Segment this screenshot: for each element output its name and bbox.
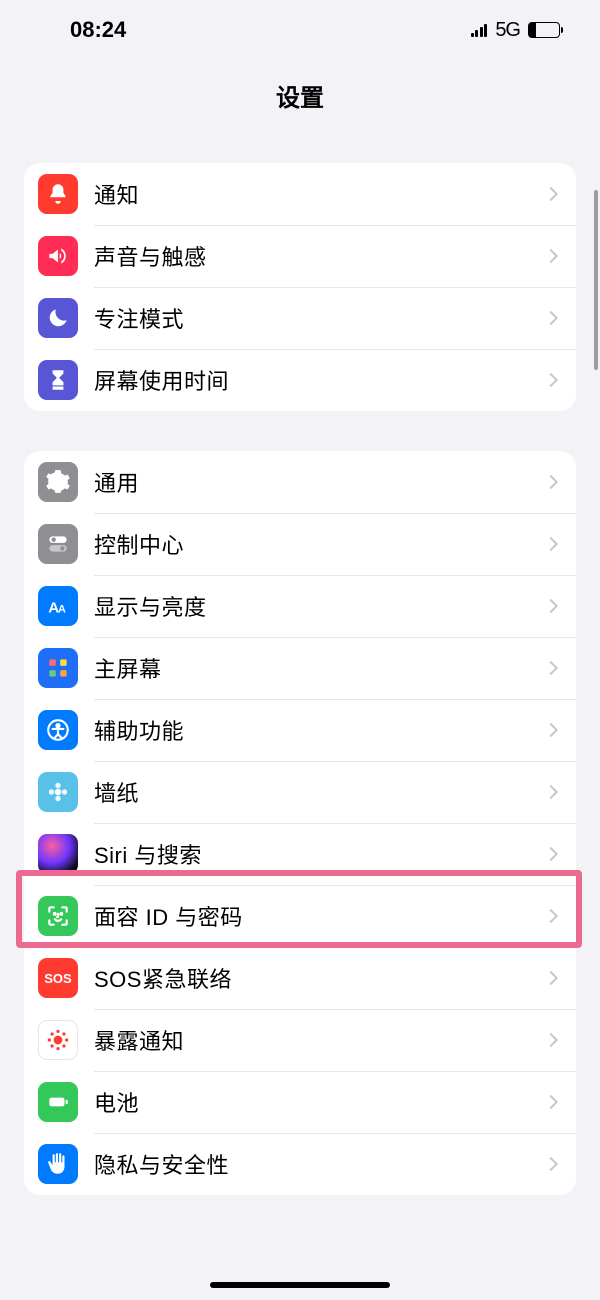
row-label: 通知 — [94, 178, 546, 210]
row-label: 控制中心 — [94, 528, 546, 560]
row-label: 墙纸 — [94, 776, 546, 808]
chevron-right-icon — [544, 1033, 558, 1047]
row-screen-time[interactable]: 屏幕使用时间 — [24, 349, 576, 411]
status-time: 08:24 — [70, 17, 126, 43]
battery-icon — [38, 1082, 78, 1122]
row-label: Siri 与搜索 — [94, 838, 546, 870]
bell-icon — [38, 174, 78, 214]
siri-icon — [38, 834, 78, 874]
gear-icon — [38, 462, 78, 502]
chevron-right-icon — [544, 599, 558, 613]
row-face-id[interactable]: 面容 ID 与密码 — [24, 885, 576, 947]
row-focus[interactable]: 专注模式 — [24, 287, 576, 349]
row-exposure[interactable]: 暴露通知 — [24, 1009, 576, 1071]
settings-list[interactable]: 通知 声音与触感 专注模式 屏幕使用时间 — [0, 163, 600, 1195]
row-label: SOS紧急联络 — [94, 962, 546, 994]
row-siri[interactable]: Siri 与搜索 — [24, 823, 576, 885]
status-right: 5G — [471, 19, 560, 42]
home-indicator[interactable] — [210, 1282, 390, 1288]
row-privacy[interactable]: 隐私与安全性 — [24, 1133, 576, 1195]
face-id-icon — [38, 896, 78, 936]
row-sounds[interactable]: 声音与触感 — [24, 225, 576, 287]
speaker-icon — [38, 236, 78, 276]
row-label: 主屏幕 — [94, 652, 546, 684]
exposure-icon — [38, 1020, 78, 1060]
chevron-right-icon — [544, 249, 558, 263]
chevron-right-icon — [544, 847, 558, 861]
row-control-center[interactable]: 控制中心 — [24, 513, 576, 575]
row-accessibility[interactable]: 辅助功能 — [24, 699, 576, 761]
sos-icon: SOS — [38, 958, 78, 998]
svg-text:A: A — [58, 604, 66, 616]
chevron-right-icon — [544, 909, 558, 923]
chevron-right-icon — [544, 971, 558, 985]
row-general[interactable]: 通用 — [24, 451, 576, 513]
moon-icon — [38, 298, 78, 338]
row-label: 面容 ID 与密码 — [94, 900, 546, 932]
flower-icon — [38, 772, 78, 812]
chevron-right-icon — [544, 1157, 558, 1171]
page-title: 设置 — [0, 60, 600, 139]
row-label: 屏幕使用时间 — [94, 364, 546, 396]
row-label: 辅助功能 — [94, 714, 546, 746]
chevron-right-icon — [544, 723, 558, 737]
text-size-icon: AA — [38, 586, 78, 626]
row-label: 声音与触感 — [94, 240, 546, 272]
chevron-right-icon — [544, 187, 558, 201]
chevron-right-icon — [544, 537, 558, 551]
settings-group-1: 通知 声音与触感 专注模式 屏幕使用时间 — [24, 163, 576, 411]
battery-icon — [528, 22, 560, 38]
row-label: 隐私与安全性 — [94, 1148, 546, 1180]
scroll-indicator[interactable] — [594, 190, 598, 370]
switches-icon — [38, 524, 78, 564]
chevron-right-icon — [544, 373, 558, 387]
app-grid-icon — [38, 648, 78, 688]
row-label: 电池 — [94, 1086, 546, 1118]
chevron-right-icon — [544, 661, 558, 675]
row-label: 显示与亮度 — [94, 590, 546, 622]
settings-group-2: 通用 控制中心 AA 显示与亮度 主屏幕 — [24, 451, 576, 1195]
row-home-screen[interactable]: 主屏幕 — [24, 637, 576, 699]
network-type: 5G — [495, 19, 520, 42]
chevron-right-icon — [544, 475, 558, 489]
chevron-right-icon — [544, 311, 558, 325]
cellular-bars-icon — [471, 23, 488, 37]
row-notifications[interactable]: 通知 — [24, 163, 576, 225]
accessibility-icon — [38, 710, 78, 750]
row-label: 暴露通知 — [94, 1024, 546, 1056]
row-display[interactable]: AA 显示与亮度 — [24, 575, 576, 637]
row-wallpaper[interactable]: 墙纸 — [24, 761, 576, 823]
row-battery[interactable]: 电池 — [24, 1071, 576, 1133]
hourglass-icon — [38, 360, 78, 400]
chevron-right-icon — [544, 1095, 558, 1109]
row-label: 专注模式 — [94, 302, 546, 334]
status-bar: 08:24 5G — [0, 0, 600, 60]
row-label: 通用 — [94, 466, 546, 498]
chevron-right-icon — [544, 785, 558, 799]
hand-icon — [38, 1144, 78, 1184]
row-sos[interactable]: SOS SOS紧急联络 — [24, 947, 576, 1009]
